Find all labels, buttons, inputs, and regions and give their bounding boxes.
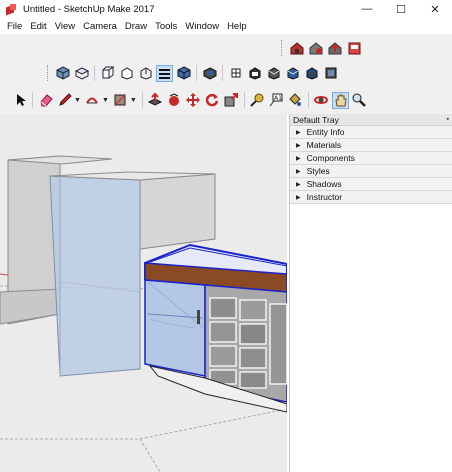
iso-view-icon[interactable] — [54, 65, 71, 82]
expand-arrow-icon: ▶ — [296, 194, 301, 201]
pencil-icon[interactable] — [56, 92, 73, 109]
default-tray: Default Tray ▪ ▶ Entity Info ▶ Materials ▶… — [289, 114, 452, 472]
top-view-icon[interactable] — [73, 65, 90, 82]
expand-arrow-icon: ▶ — [296, 129, 301, 136]
menu-edit[interactable]: Edit — [26, 21, 50, 32]
panel-instructor[interactable]: ▶ Instructor — [290, 191, 452, 204]
text-icon[interactable]: A1 — [268, 92, 285, 109]
pencil-dropdown-icon[interactable]: ▼ — [74, 97, 81, 104]
principal-toolbar: ▼ ▼ ▼ A1 — [10, 88, 369, 112]
shaded-mono-icon[interactable] — [303, 65, 320, 82]
extension-warehouse-icon[interactable] — [307, 40, 324, 57]
panel-materials[interactable]: ▶ Materials — [290, 139, 452, 152]
panel-shadows[interactable]: ▶ Shadows — [290, 178, 452, 191]
push-pull-icon[interactable] — [147, 92, 164, 109]
shaded-textures-icon[interactable] — [175, 65, 192, 82]
right-view-icon[interactable] — [118, 65, 135, 82]
menu-bar: File Edit View Camera Draw Tools Window … — [0, 18, 452, 34]
shaded-icon[interactable] — [156, 64, 173, 82]
back-edges-icon[interactable] — [227, 65, 244, 82]
pan-icon[interactable] — [331, 91, 349, 109]
xray-icon[interactable] — [201, 65, 218, 82]
panel-styles[interactable]: ▶ Styles — [290, 165, 452, 178]
expand-arrow-icon: ▶ — [296, 142, 301, 149]
menu-tools[interactable]: Tools — [151, 21, 181, 32]
warehouse-icon[interactable] — [288, 40, 305, 57]
select-icon[interactable] — [11, 92, 28, 109]
sketchup-logo-icon — [6, 3, 17, 15]
move-icon[interactable] — [185, 92, 202, 109]
window-title: Untitled - SketchUp Make 2017 — [23, 3, 155, 15]
zoom-icon[interactable] — [351, 92, 368, 109]
follow-me-icon[interactable] — [166, 92, 183, 109]
expand-arrow-icon: ▶ — [296, 181, 301, 188]
front-view-icon[interactable] — [99, 65, 116, 82]
share-model-icon[interactable] — [326, 40, 343, 57]
wireframe-icon[interactable] — [246, 65, 263, 82]
close-button[interactable]: ✕ — [418, 0, 452, 18]
menu-camera[interactable]: Camera — [79, 21, 121, 32]
rotate-icon[interactable] — [204, 92, 221, 109]
warehouse-toolbar — [281, 36, 363, 60]
expand-arrow-icon: ▶ — [296, 168, 301, 175]
rectangle-icon[interactable] — [112, 92, 129, 109]
arc-icon[interactable] — [84, 92, 101, 109]
views-toolbar — [47, 61, 340, 85]
model-viewport[interactable] — [0, 114, 287, 472]
minimize-button[interactable]: — — [350, 0, 384, 18]
arc-dropdown-icon[interactable]: ▼ — [102, 97, 109, 104]
scale-icon[interactable] — [223, 92, 240, 109]
menu-file[interactable]: File — [3, 21, 26, 32]
expand-arrow-icon: ▶ — [296, 155, 301, 162]
menu-help[interactable]: Help — [223, 21, 251, 32]
pin-icon[interactable]: ▪ — [447, 116, 449, 123]
panel-entity-info[interactable]: ▶ Entity Info — [290, 126, 452, 139]
eraser-icon[interactable] — [37, 92, 54, 109]
back-view-icon[interactable] — [137, 65, 154, 82]
style-settings-icon[interactable] — [322, 65, 339, 82]
tray-title: Default Tray — [293, 114, 339, 125]
title-bar: Untitled - SketchUp Make 2017 — ☐ ✕ — [0, 0, 452, 18]
menu-draw[interactable]: Draw — [121, 21, 151, 32]
tray-header: Default Tray ▪ — [290, 114, 452, 126]
menu-view[interactable]: View — [51, 21, 79, 32]
layout-icon[interactable] — [345, 40, 362, 57]
orbit-icon[interactable] — [313, 92, 330, 109]
monochrome-icon[interactable] — [284, 65, 301, 82]
rectangle-dropdown-icon[interactable]: ▼ — [130, 97, 137, 104]
model-canvas — [0, 114, 287, 472]
hidden-line-icon[interactable] — [265, 65, 282, 82]
paint-bucket-icon[interactable] — [287, 92, 304, 109]
menu-window[interactable]: Window — [181, 21, 223, 32]
svg-text:A1: A1 — [274, 95, 282, 102]
toolbar-grip[interactable] — [47, 65, 50, 81]
toolbar-grip[interactable] — [281, 40, 284, 56]
panel-components[interactable]: ▶ Components — [290, 152, 452, 165]
maximize-button[interactable]: ☐ — [384, 0, 418, 18]
tape-measure-icon[interactable] — [249, 92, 266, 109]
